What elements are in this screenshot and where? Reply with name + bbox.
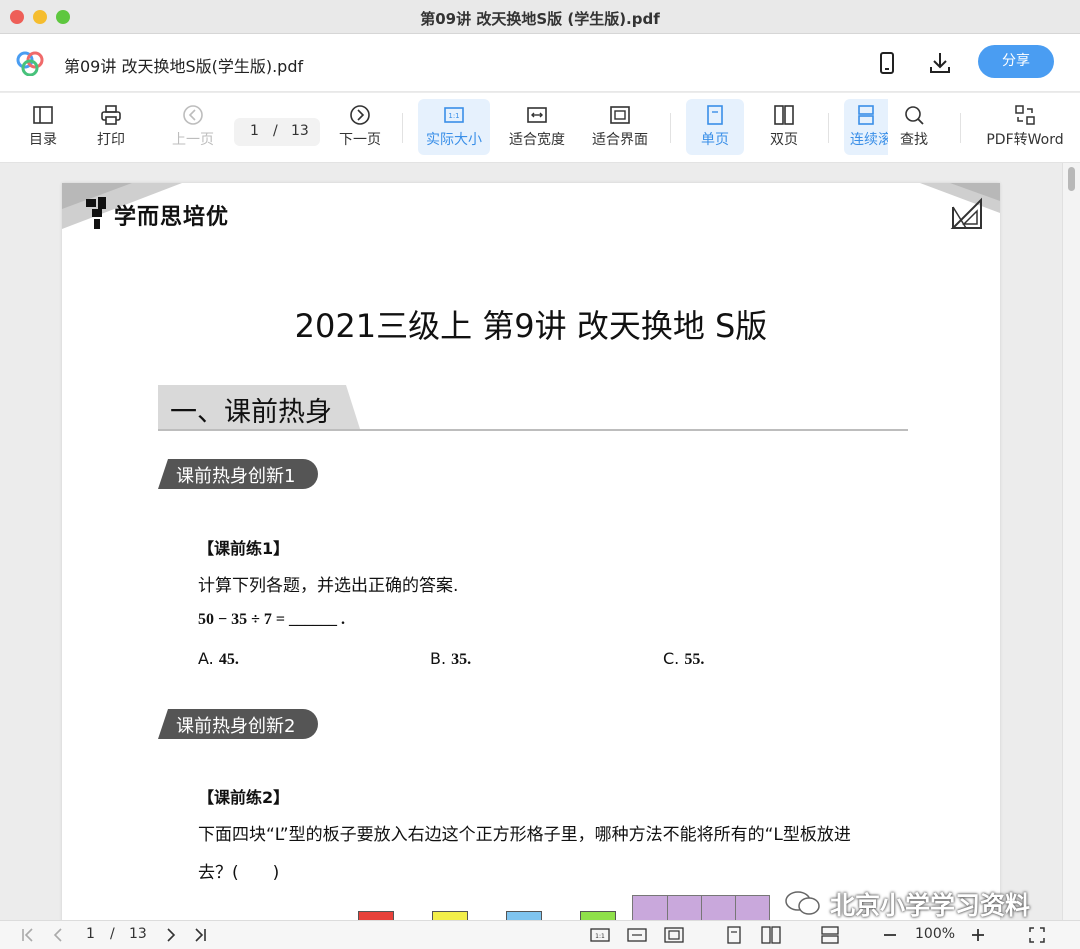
prev-page-icon[interactable] (50, 926, 66, 944)
section-tag-1: 课前热身创新1 (158, 459, 318, 489)
continuous-scroll-button[interactable]: 连续滚 (844, 99, 888, 155)
question-1-text: 计算下列各题，并选出正确的答案. (198, 576, 459, 596)
watermark-text: 北京小学学习资料 (830, 891, 1031, 920)
section-heading: 一、课前热身 (158, 385, 908, 431)
toolbar: 目录 打印 上一页 1 / 13 下一页 1:1 实际大小 适合宽度 适合界面 … (0, 93, 1080, 163)
page-separator: / (273, 123, 278, 139)
section-heading-text: 一、课前热身 (170, 397, 332, 428)
app-header: 第09讲 改天换地S版(学生版).pdf 分享 (0, 34, 1080, 92)
l-block-blue (506, 911, 542, 920)
l-block-red (358, 911, 394, 920)
convert-icon (1015, 105, 1035, 125)
last-page-icon[interactable] (192, 926, 208, 944)
actual-size-icon: 1:1 (444, 107, 464, 123)
question-2-text-continued: 去？( ) (198, 863, 280, 883)
continuous-scroll-icon (858, 105, 874, 125)
page-total: 13 (291, 123, 309, 139)
actual-size-icon[interactable]: 1:1 (590, 926, 610, 944)
bottom-page-separator: / (110, 926, 115, 942)
fit-width-icon (527, 107, 547, 123)
bottom-bar: 1 / 13 1:1 100% (0, 920, 1080, 949)
vertical-scrollbar[interactable] (1062, 163, 1080, 920)
square-grid (632, 895, 770, 920)
pdf-to-word-button[interactable]: PDF转Word (982, 99, 1068, 155)
brand-name: 学而思培优 (114, 205, 230, 230)
scrollbar-thumb[interactable] (1068, 167, 1075, 191)
wechat-icon (785, 891, 820, 915)
app-logo-icon (16, 51, 44, 76)
question-1-option-b: B. 35. (430, 649, 472, 668)
fit-width-icon[interactable] (627, 926, 647, 944)
prev-page-button[interactable]: 上一页 (166, 99, 220, 155)
continuous-scroll-icon[interactable] (820, 926, 840, 944)
single-page-icon[interactable] (725, 926, 743, 944)
document-viewer[interactable]: 学而思培优 2021三级上 第9讲 改天换地 S版 一、课前热身 课前热身创新1… (0, 163, 1080, 920)
zoom-out-icon[interactable] (881, 926, 899, 944)
question-1-option-c: C. 55. (663, 649, 705, 668)
next-page-icon[interactable] (163, 926, 179, 944)
bottom-page-total: 13 (129, 926, 147, 942)
fit-page-icon (610, 106, 630, 124)
toc-button[interactable]: 目录 (18, 99, 68, 155)
pdf-page: 学而思培优 2021三级上 第9讲 改天换地 S版 一、课前热身 课前热身创新1… (62, 183, 1000, 920)
toc-icon (33, 106, 53, 124)
toolbar-divider (960, 113, 961, 143)
section-divider (158, 429, 908, 431)
page-current-input[interactable]: 1 (250, 123, 259, 139)
print-button[interactable]: 打印 (86, 99, 136, 155)
single-page-icon (707, 105, 723, 125)
svg-text:1:1: 1:1 (595, 933, 605, 940)
print-icon (101, 105, 121, 125)
single-page-button[interactable]: 单页 (686, 99, 744, 155)
fullscreen-icon[interactable] (1028, 926, 1046, 944)
document-title: 2021三级上 第9讲 改天换地 S版 (294, 307, 768, 345)
chevron-left-circle-icon (183, 105, 203, 125)
download-icon[interactable] (927, 50, 953, 76)
file-name: 第09讲 改天换地S版(学生版).pdf (64, 57, 304, 76)
next-page-button[interactable]: 下一页 (334, 99, 386, 155)
toolbar-divider (670, 113, 671, 143)
window-titlebar: 第09讲 改天换地S版 (学生版).pdf (0, 0, 1080, 34)
toolbar-divider (828, 113, 829, 143)
fit-page-button[interactable]: 适合界面 (586, 99, 654, 155)
actual-size-button[interactable]: 1:1 实际大小 (418, 99, 490, 155)
fit-width-button[interactable]: 适合宽度 (504, 99, 570, 155)
fit-page-icon[interactable] (664, 926, 684, 944)
question-2-text: 下面四块“L”型的板子要放入右边这个正方形格子里，哪种方法不能将所有的“L型板放… (198, 825, 851, 845)
question-1-option-a: A. 45. (198, 649, 239, 668)
double-page-button[interactable]: 双页 (758, 99, 810, 155)
search-button[interactable]: 查找 (890, 99, 938, 155)
toolbar-divider (402, 113, 403, 143)
chevron-right-circle-icon (350, 105, 370, 125)
zoom-in-icon[interactable] (969, 926, 987, 944)
page-indicator[interactable]: 1 / 13 (234, 118, 320, 146)
set-square-icon (950, 197, 982, 229)
question-2-title: 【课前练2】 (198, 788, 290, 807)
double-page-icon[interactable] (761, 926, 781, 944)
question-1-expression: 50 − 35 ÷ 7 = ______ . (198, 611, 346, 628)
l-block-yellow (432, 911, 468, 920)
window-title: 第09讲 改天换地S版 (学生版).pdf (420, 10, 660, 28)
l-block-green (580, 911, 616, 920)
search-icon (905, 106, 924, 125)
bottom-page-current[interactable]: 1 (86, 926, 95, 942)
first-page-icon[interactable] (20, 926, 36, 944)
question-1-title: 【课前练1】 (198, 539, 290, 558)
zoom-level[interactable]: 100% (915, 926, 955, 942)
double-page-icon (774, 105, 794, 125)
mobile-icon[interactable] (874, 50, 900, 76)
share-button[interactable]: 分享 (978, 45, 1054, 78)
section-tag-2: 课前热身创新2 (158, 709, 318, 739)
svg-text:1:1: 1:1 (448, 112, 459, 120)
